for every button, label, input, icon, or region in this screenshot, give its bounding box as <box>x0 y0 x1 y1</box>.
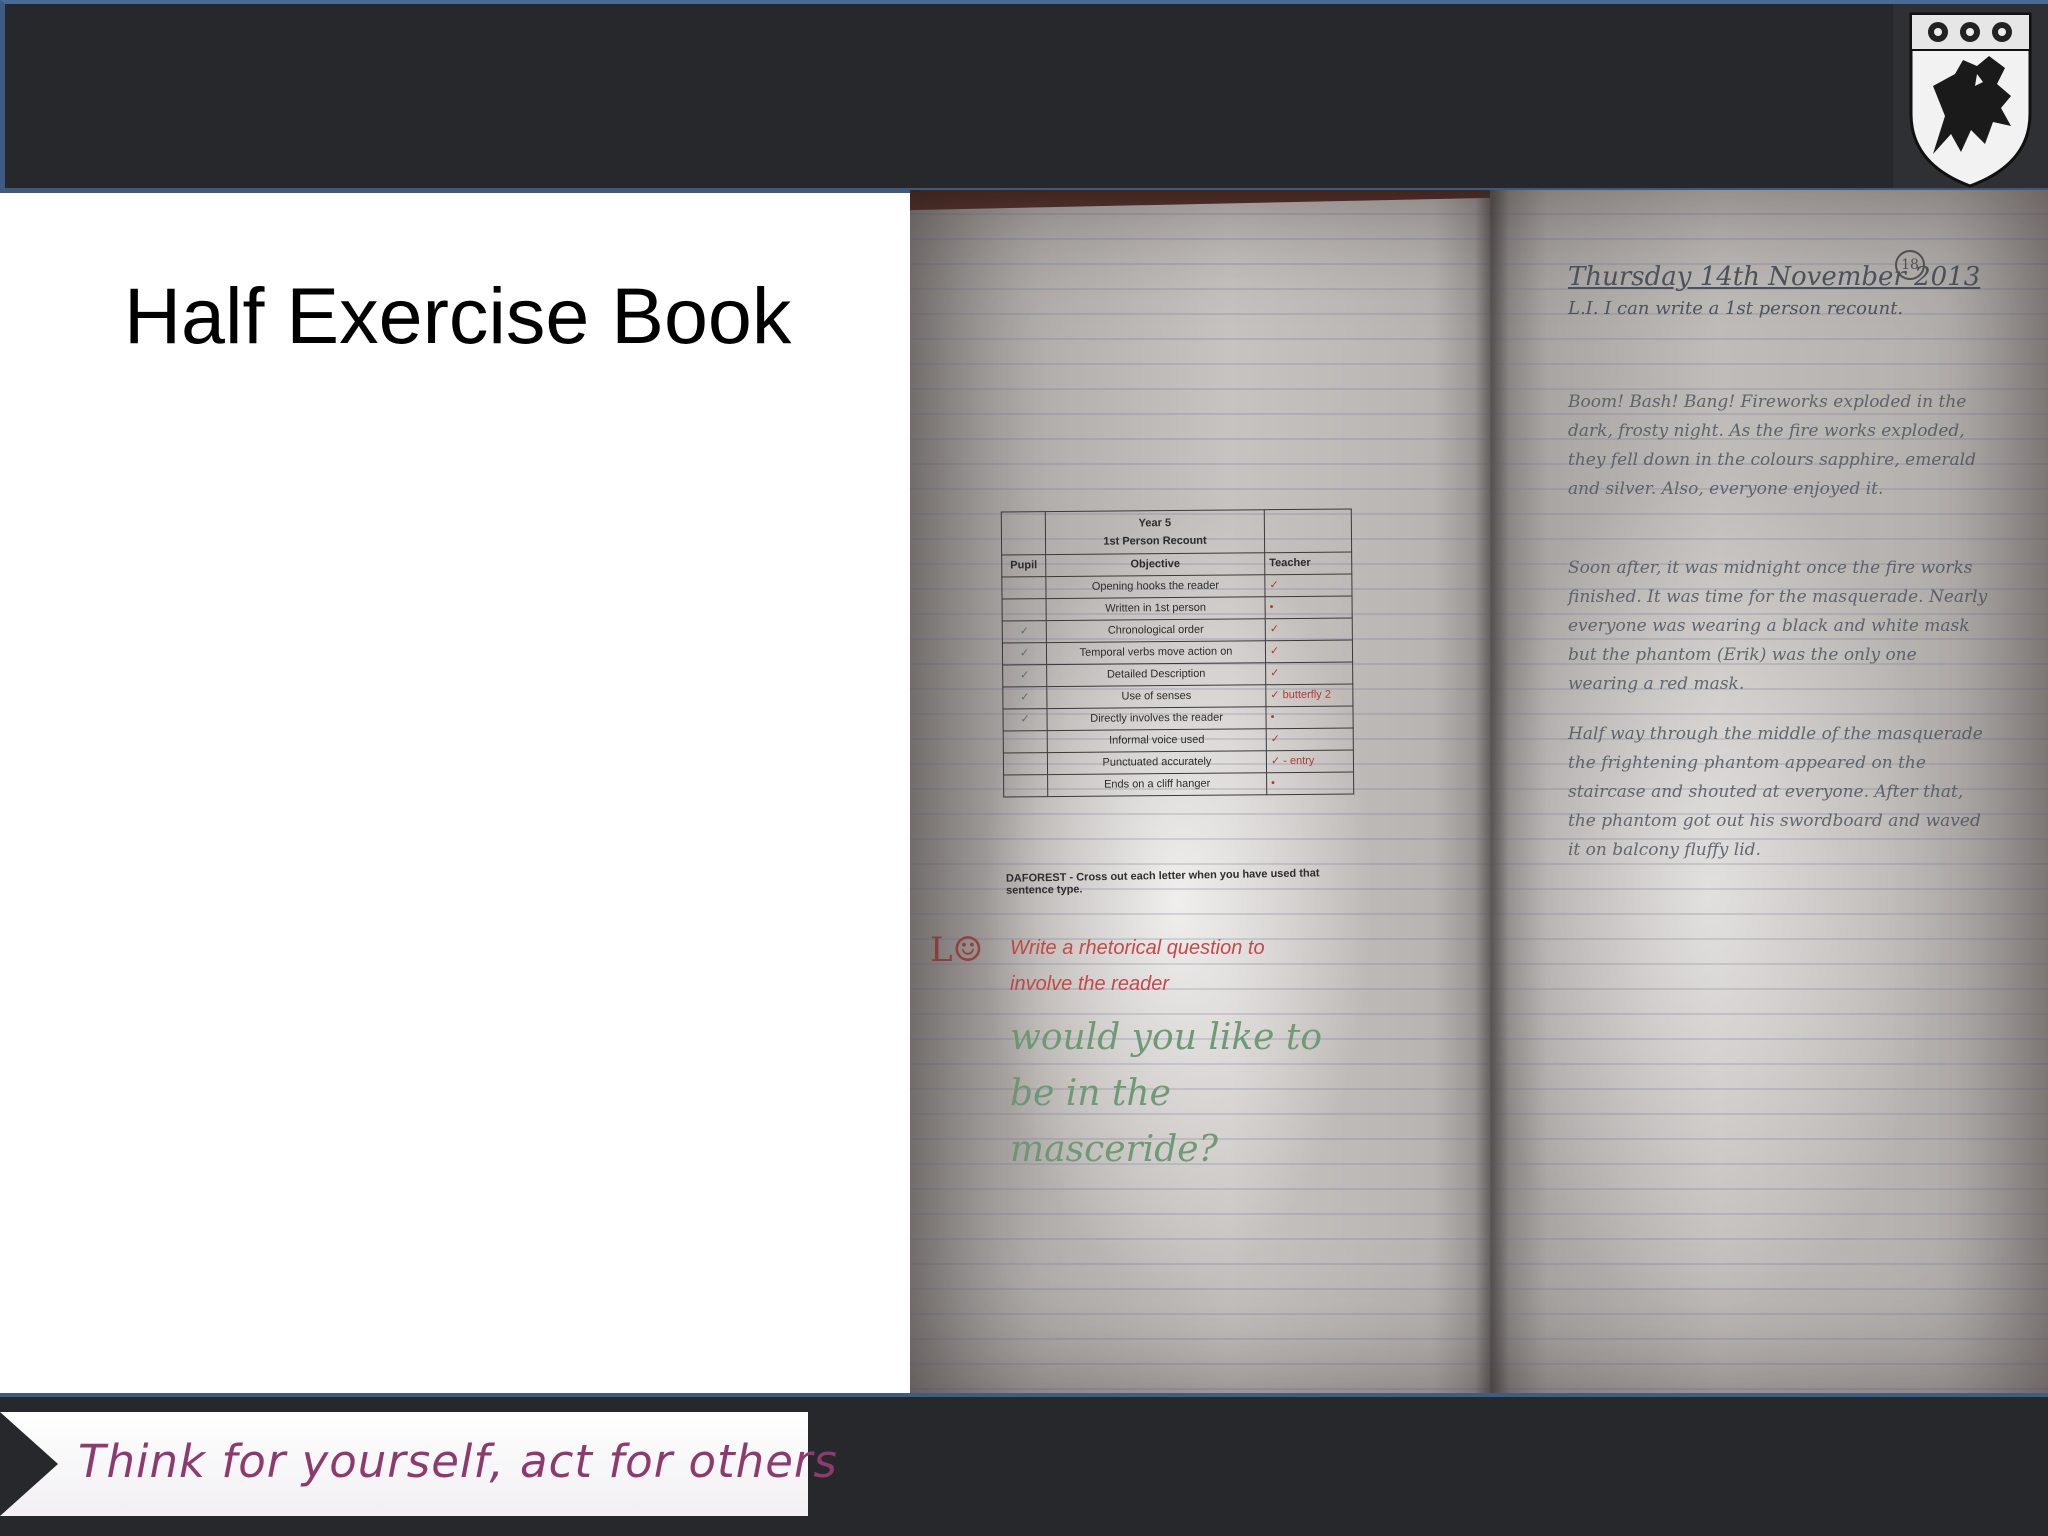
table-heading: Year 5 1st Person Recount <box>1045 509 1265 555</box>
objective-text: Informal voice used <box>1047 728 1267 753</box>
header-bar <box>0 0 2048 193</box>
objective-text: Use of senses <box>1046 684 1266 709</box>
slide-title: Half Exercise Book <box>124 271 792 360</box>
story-paragraph: Half way through the middle of the masqu… <box>1568 724 1983 860</box>
teacher-check: ✓ <box>1265 661 1353 685</box>
table-row: Informal voice used ✓ <box>1003 727 1354 754</box>
success-criteria-table: Year 5 1st Person Recount Pupil Objectiv… <box>1001 508 1354 798</box>
exercise-book-photo: Year 5 1st Person Recount Pupil Objectiv… <box>910 190 2048 1396</box>
objective-text: Detailed Description <box>1046 662 1266 687</box>
objective-text: Chronological order <box>1046 618 1266 643</box>
story-paragraph: Soon after, it was midnight once the fir… <box>1568 558 1988 694</box>
table-corner <box>1264 508 1352 553</box>
teacher-check: ✓ <box>1264 573 1353 597</box>
teacher-check: ✓ <box>1265 639 1353 663</box>
pupil-check <box>1003 730 1048 754</box>
objective-text: Temporal verbs move action on <box>1046 640 1266 665</box>
school-motto: Think for yourself, act for others <box>78 1435 838 1488</box>
teacher-check: ✓ <box>1265 617 1353 641</box>
learning-objective-mark: L☺ <box>930 930 984 970</box>
teacher-check: • <box>1265 595 1353 619</box>
page-number-circle: 18 <box>1895 250 1925 280</box>
table-row: ✓ Detailed Description ✓ <box>1002 661 1353 688</box>
column-header-pupil: Pupil <box>1001 554 1046 578</box>
table-row: Ends on a cliff hanger • <box>1003 771 1354 798</box>
table-heading-task: 1st Person Recount <box>1103 534 1207 548</box>
pupil-check: ✓ <box>1002 620 1047 644</box>
table-row: ✓ Temporal verbs move action on ✓ <box>1002 639 1353 666</box>
table-heading-year: Year 5 <box>1138 517 1172 530</box>
pupil-check: ✓ <box>1002 708 1048 732</box>
pupil-check <box>1003 752 1048 776</box>
pupil-check: ✓ <box>1002 664 1047 688</box>
pupil-check <box>1002 598 1047 622</box>
table-row: Opening hooks the reader ✓ <box>1001 573 1353 600</box>
teacher-check: • <box>1266 771 1354 795</box>
handwritten-learning-objective: L.I. I can write a 1st person recount. <box>1568 298 1904 319</box>
teacher-feedback-note: Write a rhetorical question to involve t… <box>1010 937 1265 995</box>
objective-text: Punctuated accurately <box>1047 750 1267 775</box>
column-header-objective: Objective <box>1045 552 1265 577</box>
school-crest-icon <box>1893 4 2048 190</box>
objective-text: Opening hooks the reader <box>1045 574 1266 599</box>
table-row: Written in 1st person • <box>1002 595 1353 622</box>
book-gutter <box>1475 190 1509 1396</box>
table-row: ✓ Use of senses ✓ butterfly 2 <box>1002 683 1353 710</box>
pupil-response: would you like to be in the masceride? <box>1010 1017 1323 1170</box>
teacher-check: ✓ <box>1266 727 1354 751</box>
pupil-check: ✓ <box>1002 642 1047 666</box>
pupil-check <box>1003 774 1048 798</box>
teacher-check: ✓ - entry <box>1266 749 1354 773</box>
pupil-check: ✓ <box>1002 686 1047 710</box>
teacher-check: ✓ butterfly 2 <box>1265 683 1353 707</box>
objective-text: Written in 1st person <box>1046 596 1266 621</box>
teacher-check: • <box>1265 705 1354 729</box>
table-corner <box>1001 511 1046 556</box>
story-paragraph: Boom! Bash! Bang! Fireworks exploded in … <box>1568 392 1976 499</box>
table-row: ✓ Chronological order ✓ <box>1002 617 1353 644</box>
motto-arrow-icon <box>0 1412 58 1516</box>
table-row: ✓ Directly involves the reader • <box>1002 705 1354 732</box>
objective-text: Ends on a cliff hanger <box>1047 772 1267 797</box>
pupil-check <box>1001 576 1047 600</box>
table-row: Punctuated accurately ✓ - entry <box>1003 749 1354 776</box>
objective-text: Directly involves the reader <box>1046 706 1267 731</box>
column-header-teacher: Teacher <box>1264 551 1352 575</box>
